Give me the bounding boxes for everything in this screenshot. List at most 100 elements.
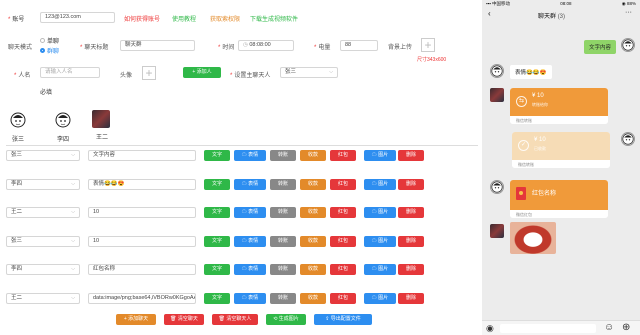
avatar-upload-button[interactable]: + bbox=[142, 66, 156, 80]
transfer-button[interactable]: 转账 bbox=[270, 293, 296, 304]
transfer-button[interactable]: 转账 bbox=[270, 236, 296, 247]
collected-amount: ¥ 10 bbox=[534, 137, 546, 143]
redpacket-footer: 微信红包 bbox=[510, 210, 608, 218]
get-account-link[interactable]: 如何获得账号 bbox=[124, 14, 160, 23]
transfer-icon: ⇆ bbox=[516, 96, 527, 107]
account-input[interactable]: 123@123.com bbox=[40, 12, 115, 23]
text-button[interactable]: 文字 bbox=[204, 264, 230, 275]
text-button[interactable]: 文字 bbox=[204, 207, 230, 218]
text-button[interactable]: 文字 bbox=[204, 293, 230, 304]
main-person-select[interactable]: 张三 ⌵ bbox=[280, 67, 338, 78]
row-content-input[interactable]: 10 bbox=[88, 207, 196, 218]
chevron-down-icon: ⌵ bbox=[71, 295, 75, 301]
redpacket-button[interactable]: 红包 bbox=[330, 264, 356, 275]
add-chat-button[interactable]: + 添加聊天 bbox=[116, 314, 156, 325]
row-content-input[interactable]: 红包名称 bbox=[88, 264, 196, 275]
person-card-wanger[interactable]: 王二 bbox=[92, 110, 112, 141]
emoji-button[interactable]: ☁ 表情 bbox=[234, 236, 266, 247]
transfer-button[interactable]: 转账 bbox=[270, 179, 296, 190]
status-bar: ▪▪▪ 中国移动 08:08 ◉ 88% bbox=[482, 0, 640, 9]
image-button[interactable]: ☁ 图片 bbox=[364, 207, 396, 218]
main-person-value: 张三 bbox=[285, 69, 297, 75]
redpacket-button[interactable]: 红包 bbox=[330, 236, 356, 247]
person-name-input[interactable]: 请输入人名 bbox=[40, 67, 100, 78]
get-permission-link[interactable]: 获取索权限 bbox=[210, 14, 240, 23]
image-button[interactable]: ☁ 图片 bbox=[364, 150, 396, 161]
image-button[interactable]: ☁ 图片 bbox=[364, 236, 396, 247]
delete-button[interactable]: 删除 bbox=[398, 293, 424, 304]
redpacket-name: 红包名称 bbox=[532, 191, 557, 197]
redpacket-button[interactable]: 红包 bbox=[330, 150, 356, 161]
chevron-down-icon: ⌵ bbox=[71, 181, 75, 187]
delete-button[interactable]: 删除 bbox=[398, 150, 424, 161]
row-person-select[interactable]: 张三 ⌵ bbox=[6, 150, 80, 161]
clear-chat-button[interactable]: 🗑 清空聊天 bbox=[164, 314, 204, 325]
emoji-button[interactable]: ☁ 表情 bbox=[234, 179, 266, 190]
delete-button[interactable]: 删除 bbox=[398, 179, 424, 190]
emoji-icon[interactable]: ☺ bbox=[604, 322, 614, 333]
image-button[interactable]: ☁ 图片 bbox=[364, 293, 396, 304]
emoji-button[interactable]: ☁ 表情 bbox=[234, 264, 266, 275]
transfer-button[interactable]: 转账 bbox=[270, 264, 296, 275]
message-emoji-left: 表情😂😂😍 bbox=[510, 65, 552, 79]
transfer-button[interactable]: 转账 bbox=[270, 150, 296, 161]
text-button[interactable]: 文字 bbox=[204, 179, 230, 190]
collect-button[interactable]: 收款 bbox=[300, 264, 326, 275]
delete-button[interactable]: 删除 bbox=[398, 236, 424, 247]
transfer-card-body: ⇆ ¥ 10 转账给你 bbox=[510, 88, 608, 116]
delete-button[interactable]: 删除 bbox=[398, 264, 424, 275]
emoji-button[interactable]: ☁ 表情 bbox=[234, 293, 266, 304]
image-button[interactable]: ☁ 图片 bbox=[364, 264, 396, 275]
row-person-select[interactable]: 李四 ⌵ bbox=[6, 179, 80, 190]
person-card-zhangsan[interactable]: 张三 bbox=[8, 112, 28, 143]
radio-group[interactable]: 群聊 bbox=[40, 46, 59, 55]
transfer-button[interactable]: 转账 bbox=[270, 207, 296, 218]
delete-button[interactable]: 删除 bbox=[398, 207, 424, 218]
chevron-down-icon: ⌵ bbox=[71, 209, 75, 215]
more-icon[interactable]: ··· bbox=[625, 9, 632, 16]
collect-button[interactable]: 收款 bbox=[300, 236, 326, 247]
battery-input[interactable]: 88 bbox=[340, 40, 378, 51]
redpacket-card: 红包名称 微信红包 bbox=[510, 180, 608, 218]
row-content-input[interactable]: 10 bbox=[88, 236, 196, 247]
row-person-value: 张三 bbox=[11, 238, 23, 244]
collect-button[interactable]: 收款 bbox=[300, 150, 326, 161]
image-button[interactable]: ☁ 图片 bbox=[364, 179, 396, 190]
back-arrow-icon[interactable]: ‹ bbox=[488, 9, 491, 18]
person-card-lisi[interactable]: 李四 bbox=[53, 112, 73, 143]
add-person-button[interactable]: + 添加人 bbox=[183, 67, 221, 78]
redpacket-button[interactable]: 红包 bbox=[330, 207, 356, 218]
voice-icon[interactable]: ◉ bbox=[486, 323, 494, 334]
text-button[interactable]: 文字 bbox=[204, 236, 230, 247]
battery-label: 88% bbox=[626, 1, 636, 6]
clear-people-button[interactable]: 🗑 清空聊天人 bbox=[212, 314, 258, 325]
generate-image-button[interactable]: ⟲ 生成图片 bbox=[266, 314, 306, 325]
row-person-select[interactable]: 王二 ⌵ bbox=[6, 207, 80, 218]
tutorial-link[interactable]: 使用教程 bbox=[172, 14, 196, 23]
time-input[interactable]: ◷ 08:08:00 bbox=[238, 40, 294, 51]
collect-button[interactable]: 收款 bbox=[300, 179, 326, 190]
bg-upload-button[interactable]: + bbox=[421, 38, 435, 52]
radio-single[interactable]: 单聊 bbox=[40, 36, 59, 45]
emoji-button[interactable]: ☁ 表情 bbox=[234, 150, 266, 161]
avatar-label: 头像 bbox=[120, 73, 133, 79]
chat-text-input[interactable] bbox=[500, 324, 596, 333]
time-value: 08:08:00 bbox=[249, 42, 271, 48]
collect-button[interactable]: 收款 bbox=[300, 293, 326, 304]
text-button[interactable]: 文字 bbox=[204, 150, 230, 161]
download-software-link[interactable]: 下载生成视频软件 bbox=[250, 14, 298, 23]
row-person-select[interactable]: 王二 ⌵ bbox=[6, 293, 80, 304]
collect-button[interactable]: 收款 bbox=[300, 207, 326, 218]
row-content-input[interactable]: 文字内容 bbox=[88, 150, 196, 161]
title-input[interactable]: 聊天群 bbox=[120, 40, 195, 51]
plus-circle-icon[interactable]: ⊕ bbox=[622, 322, 630, 333]
redpacket-button[interactable]: 红包 bbox=[330, 179, 356, 190]
redpacket-button[interactable]: 红包 bbox=[330, 293, 356, 304]
export-config-button[interactable]: ⇪ 导出配置文件 bbox=[314, 314, 372, 325]
row-person-select[interactable]: 张三 ⌵ bbox=[6, 236, 80, 247]
row-person-value: 王二 bbox=[11, 295, 23, 301]
row-person-select[interactable]: 李四 ⌵ bbox=[6, 264, 80, 275]
row-content-input[interactable]: data:image/png;base64,iVBORw0KGgoAA bbox=[88, 293, 196, 304]
row-content-input[interactable]: 表情😂😂😍 bbox=[88, 179, 196, 190]
emoji-button[interactable]: ☁ 表情 bbox=[234, 207, 266, 218]
